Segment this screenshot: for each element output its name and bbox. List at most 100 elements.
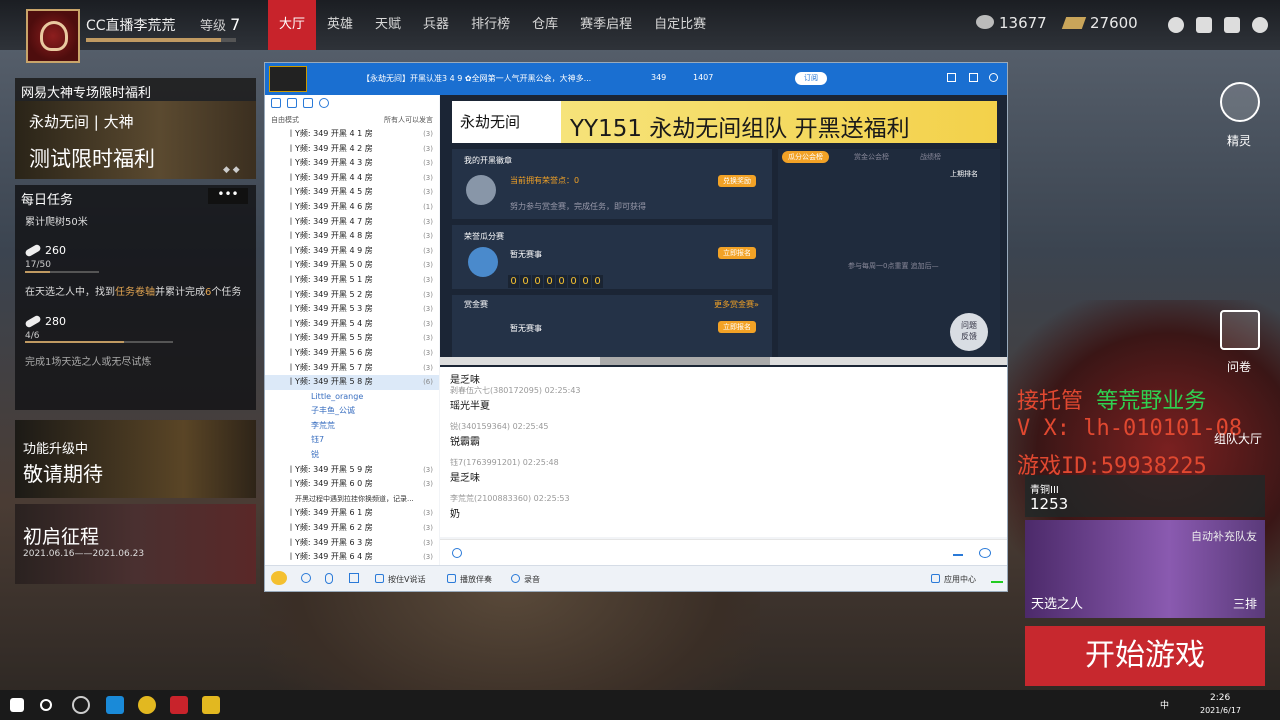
chat-input-bar[interactable] <box>440 539 1007 565</box>
channel-row[interactable]: 丨Y频: 349 开黑 5 8 房 (6) <box>265 375 439 390</box>
yy-mascot-icon[interactable] <box>271 571 287 585</box>
tab-bounty-guild[interactable]: 赏金公会榜 <box>848 151 895 163</box>
channel-row[interactable]: 丨Y频: 349 开黑 4 4 房 (3) <box>265 171 439 186</box>
player-avatar[interactable] <box>26 9 80 63</box>
channel-user[interactable]: 子丰鱼_公诚 <box>265 404 439 419</box>
channel-row[interactable]: 丨Y频: 349 开黑 4 3 房 (3) <box>265 156 439 171</box>
carousel-dots[interactable]: ◆ ◆ <box>223 165 240 175</box>
app-yy-icon[interactable] <box>138 696 156 714</box>
send-icon[interactable] <box>953 550 963 556</box>
sprite-headset-icon[interactable] <box>1220 82 1260 122</box>
windows-start-icon[interactable] <box>10 698 24 712</box>
channel-row[interactable]: 丨Y频: 349 开黑 5 5 房 (3) <box>265 331 439 346</box>
nav-tab-0[interactable]: 大厅 <box>268 0 317 50</box>
search-icon[interactable] <box>40 699 52 711</box>
mixer-icon[interactable] <box>349 573 359 583</box>
nav-tab-2[interactable]: 天赋 <box>364 0 412 50</box>
maximize-icon[interactable] <box>969 73 978 82</box>
location-icon[interactable] <box>287 98 297 108</box>
help-icon[interactable] <box>1168 17 1184 33</box>
channel-banner[interactable]: 永劫无间 YY151 永劫无间组队 开黑送福利 <box>452 101 997 143</box>
channel-row[interactable]: 丨Y频: 349 开黑 6 3 房 (3) <box>265 536 439 551</box>
team-hall-label[interactable]: 组队大厅 <box>1214 430 1262 447</box>
minimize-icon[interactable] <box>947 73 956 82</box>
settings-gear-icon[interactable] <box>1252 17 1268 33</box>
channel-row[interactable]: 丨Y频: 349 开黑 4 6 房 (1) <box>265 200 439 215</box>
start-game-button[interactable]: 开始游戏 <box>1025 626 1265 686</box>
emoji-icon[interactable] <box>452 548 462 558</box>
clock-date[interactable]: 2021/6/17 <box>1200 706 1241 715</box>
channel-row[interactable]: 丨Y频: 349 开黑 4 2 房 (3) <box>265 142 439 157</box>
app-yy-active-icon[interactable] <box>202 696 220 714</box>
list-icon[interactable] <box>303 98 313 108</box>
push-to-talk[interactable]: 按住V说话 <box>375 574 425 585</box>
app-steam-icon[interactable] <box>72 696 90 714</box>
tab-split-guild[interactable]: 瓜分公会榜 <box>782 151 829 163</box>
channel-row[interactable]: 丨Y频: 349 开黑 5 3 房 (3) <box>265 302 439 317</box>
task-2-reward: 280 <box>24 314 66 329</box>
tasks-more-button[interactable]: ••• <box>208 188 248 204</box>
close-icon[interactable] <box>989 73 998 82</box>
horizontal-scrollbar[interactable] <box>440 357 1007 365</box>
team-size[interactable]: 三排 <box>1233 595 1257 612</box>
feedback-button[interactable]: 问题 反馈 <box>950 313 988 351</box>
promo-banner[interactable]: 永劫无间 | 大神 测试限时福利 ◆ ◆ <box>15 101 256 179</box>
nav-tab-4[interactable]: 排行榜 <box>460 0 521 50</box>
channel-row[interactable]: 丨Y频: 349 开黑 6 1 房 (3) <box>265 506 439 521</box>
channel-row[interactable]: 丨Y频: 349 开黑 5 2 房 (3) <box>265 288 439 303</box>
channel-user[interactable]: 钰7 <box>265 433 439 448</box>
search-icon[interactable] <box>319 98 329 108</box>
nav-tab-7[interactable]: 自定比赛 <box>643 0 717 50</box>
ime-indicator[interactable]: 中 <box>1160 698 1169 711</box>
channel-row[interactable]: 丨Y频: 349 开黑 6 2 房 (3) <box>265 521 439 536</box>
yy-titlebar[interactable]: 【永劫无间】开黑认准3 4 9 ✿全网第一人气开黑公会，大神多... 349 1… <box>265 63 1007 95</box>
speaker-icon[interactable] <box>301 573 311 583</box>
channel-row[interactable]: 丨Y频: 349 开黑 5 4 房 (3) <box>265 317 439 332</box>
nav-tab-3[interactable]: 兵器 <box>412 0 460 50</box>
channel-row[interactable]: 丨Y频: 349 开黑 6 4 房 (3) <box>265 550 439 565</box>
channel-row[interactable]: 丨Y频: 349 开黑 6 0 房 (3) <box>265 477 439 492</box>
auto-fill-label[interactable]: 自动补充队友 <box>1191 528 1257 544</box>
subscribe-badge[interactable]: 订阅 <box>795 72 827 85</box>
more-bounty-link[interactable]: 更多赏金赛» <box>714 299 759 310</box>
friends-icon[interactable] <box>1224 17 1240 33</box>
channel-row[interactable]: 丨Y频: 349 开黑 4 8 房 (3) <box>265 229 439 244</box>
channel-row[interactable]: 丨Y频: 349 开黑 5 1 房 (3) <box>265 273 439 288</box>
channel-row[interactable]: 丨Y频: 349 开黑 5 9 房 (3) <box>265 463 439 478</box>
mail-icon[interactable] <box>1196 17 1212 33</box>
channel-row[interactable]: 丨Y频: 349 开黑 4 1 房 (3) <box>265 127 439 142</box>
user-icon[interactable] <box>271 98 281 108</box>
record[interactable]: 录音 <box>511 574 540 585</box>
channel-user[interactable]: Little_orange <box>265 390 439 405</box>
channel-row[interactable]: 丨Y频: 349 开黑 5 6 房 (3) <box>265 346 439 361</box>
channel-row[interactable]: 丨Y频: 349 开黑 4 9 房 (3) <box>265 244 439 259</box>
survey-icon[interactable] <box>1220 310 1260 350</box>
game-mode-card[interactable]: 自动补充队友 天选之人 三排 <box>1025 520 1265 618</box>
nav-tab-5[interactable]: 仓库 <box>521 0 569 50</box>
play-music[interactable]: 播放伴奏 <box>447 574 492 585</box>
tab-record[interactable]: 战绩榜 <box>914 151 947 163</box>
channel-row[interactable]: 丨Y频: 349 开黑 4 7 房 (3) <box>265 215 439 230</box>
chat-options-icon[interactable] <box>979 548 991 558</box>
nav-tab-6[interactable]: 赛季启程 <box>569 0 643 50</box>
channel-row[interactable]: 丨Y频: 349 开黑 5 0 房 (3) <box>265 258 439 273</box>
rank-card[interactable]: 青铜III 1253 <box>1025 475 1265 517</box>
app-game-icon[interactable] <box>170 696 188 714</box>
channel-row[interactable]: 丨Y频: 349 开黑 4 5 房 (3) <box>265 185 439 200</box>
channel-user[interactable]: 李荒荒 <box>265 419 439 434</box>
mic-icon[interactable] <box>325 573 333 584</box>
feature-upgrade-card[interactable]: 功能升级中 敬请期待 <box>15 420 256 498</box>
top-bar: CC直播李荒荒 等级 7 大厅 英雄 天赋 兵器 排行榜 仓库 赛季启程 自定比赛 13677… <box>0 0 1280 63</box>
channel-notice[interactable]: 开黑过程中遇到拉挂你换频道，记录... <box>265 492 439 507</box>
exchange-button[interactable]: 兑换奖励 <box>718 175 756 187</box>
nav-tab-1[interactable]: 英雄 <box>316 0 364 50</box>
signup-button[interactable]: 立即报名 <box>718 247 756 259</box>
clock-time[interactable]: 2:26 <box>1210 693 1230 703</box>
speak-mode[interactable]: 自由模式 <box>271 115 299 127</box>
signup-button-2[interactable]: 立即报名 <box>718 321 756 333</box>
app-edge-icon[interactable] <box>106 696 124 714</box>
app-center[interactable]: 应用中心 <box>931 574 976 585</box>
channel-user[interactable]: 锐 <box>265 448 439 463</box>
season-card[interactable]: 初启征程 2021.06.16——2021.06.23 <box>15 504 256 584</box>
channel-row[interactable]: 丨Y频: 349 开黑 5 7 房 (3) <box>265 361 439 376</box>
